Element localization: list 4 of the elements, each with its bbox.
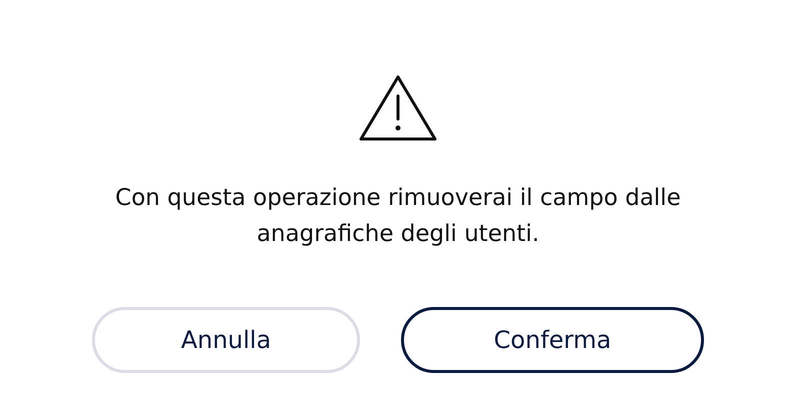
confirmation-message: Con questa operazione rimuoverai il campo dalle anagrafiche degli utenti. — [114, 184, 682, 249]
cancel-button[interactable]: Annulla — [92, 307, 360, 373]
confirm-button[interactable]: Conferma — [401, 307, 704, 373]
warning-icon — [358, 74, 438, 142]
